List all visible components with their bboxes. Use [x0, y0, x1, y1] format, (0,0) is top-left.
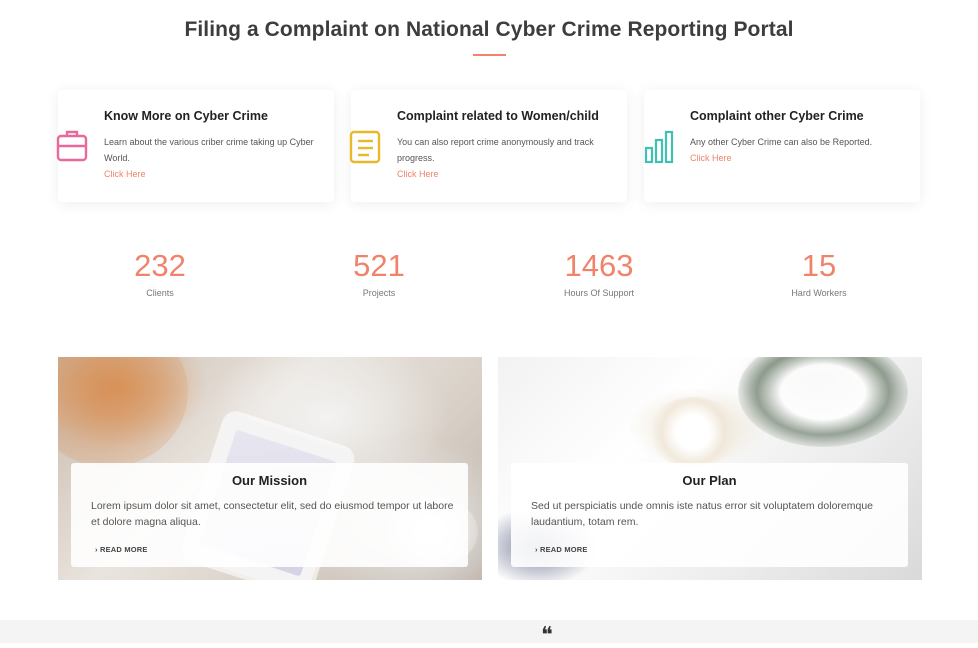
coffee-cup-image: [648, 397, 738, 467]
mission-photo: Our Mission Lorem ipsum dolor sit amet, …: [58, 357, 482, 580]
card-description-text: You can also report crime anonymously an…: [397, 137, 594, 163]
plant-bowl-image: [738, 357, 908, 447]
card-description: Learn about the various criber crime tak…: [104, 134, 319, 182]
stat-label: Projects: [362, 288, 396, 298]
stat-label: Hours Of Support: [563, 288, 635, 298]
card-women-child: Complaint related to Women/child You can…: [349, 90, 627, 202]
title-underline: [473, 54, 506, 56]
card-title: Complaint related to Women/child: [397, 109, 599, 123]
stat-label: Clients: [146, 288, 174, 298]
card-know-more: Know More on Cyber Crime Learn about the…: [56, 90, 334, 202]
card-other-crime: Complaint other Cyber Crime Any other Cy…: [644, 90, 920, 202]
quote-icon: ❝: [541, 623, 553, 648]
section-title: Filing a Complaint on National Cyber Cri…: [184, 18, 794, 41]
card-description-text: Learn about the various criber crime tak…: [104, 137, 314, 163]
stat-clients: 232 Clients: [60, 246, 260, 298]
click-here-link[interactable]: Click Here: [397, 166, 612, 182]
card-title: Know More on Cyber Crime: [104, 109, 268, 123]
document-icon: [349, 130, 381, 164]
read-more-link[interactable]: › READ MORE: [95, 545, 148, 554]
click-here-link[interactable]: Click Here: [690, 150, 905, 166]
stat-projects: 521 Projects: [279, 246, 479, 298]
stat-value: 232: [134, 248, 186, 283]
read-more-link[interactable]: › READ MORE: [535, 545, 588, 554]
mission-overlay: Our Mission Lorem ipsum dolor sit amet, …: [71, 463, 468, 567]
stat-value: 521: [353, 248, 405, 283]
card-description: You can also report crime anonymously an…: [397, 134, 612, 182]
card-description: Any other Cyber Crime can also be Report…: [690, 134, 905, 166]
card-title: Complaint other Cyber Crime: [690, 109, 864, 123]
photo-decoration: [58, 357, 188, 467]
mission-description: Lorem ipsum dolor sit amet, consectetur …: [91, 500, 454, 528]
plan-title: Our Plan: [682, 473, 737, 488]
click-here-link[interactable]: Click Here: [104, 166, 319, 182]
stat-value: 1463: [564, 248, 634, 283]
bar-chart-icon: [644, 130, 674, 164]
plan-overlay: Our Plan Sed ut perspiciatis unde omnis …: [511, 463, 908, 567]
card-description-text: Any other Cyber Crime can also be Report…: [690, 137, 873, 147]
stat-hard-workers: 15 Hard Workers: [719, 246, 919, 298]
stat-hours-support: 1463 Hours Of Support: [499, 246, 699, 298]
stat-value: 15: [801, 248, 837, 283]
stat-label: Hard Workers: [791, 288, 847, 298]
briefcase-icon: [56, 130, 88, 162]
plan-description: Sed ut perspiciatis unde omnis iste natu…: [531, 500, 874, 528]
plan-photo: Our Plan Sed ut perspiciatis unde omnis …: [498, 357, 922, 580]
footer-band: [0, 620, 978, 643]
mission-title: Our Mission: [231, 473, 308, 488]
